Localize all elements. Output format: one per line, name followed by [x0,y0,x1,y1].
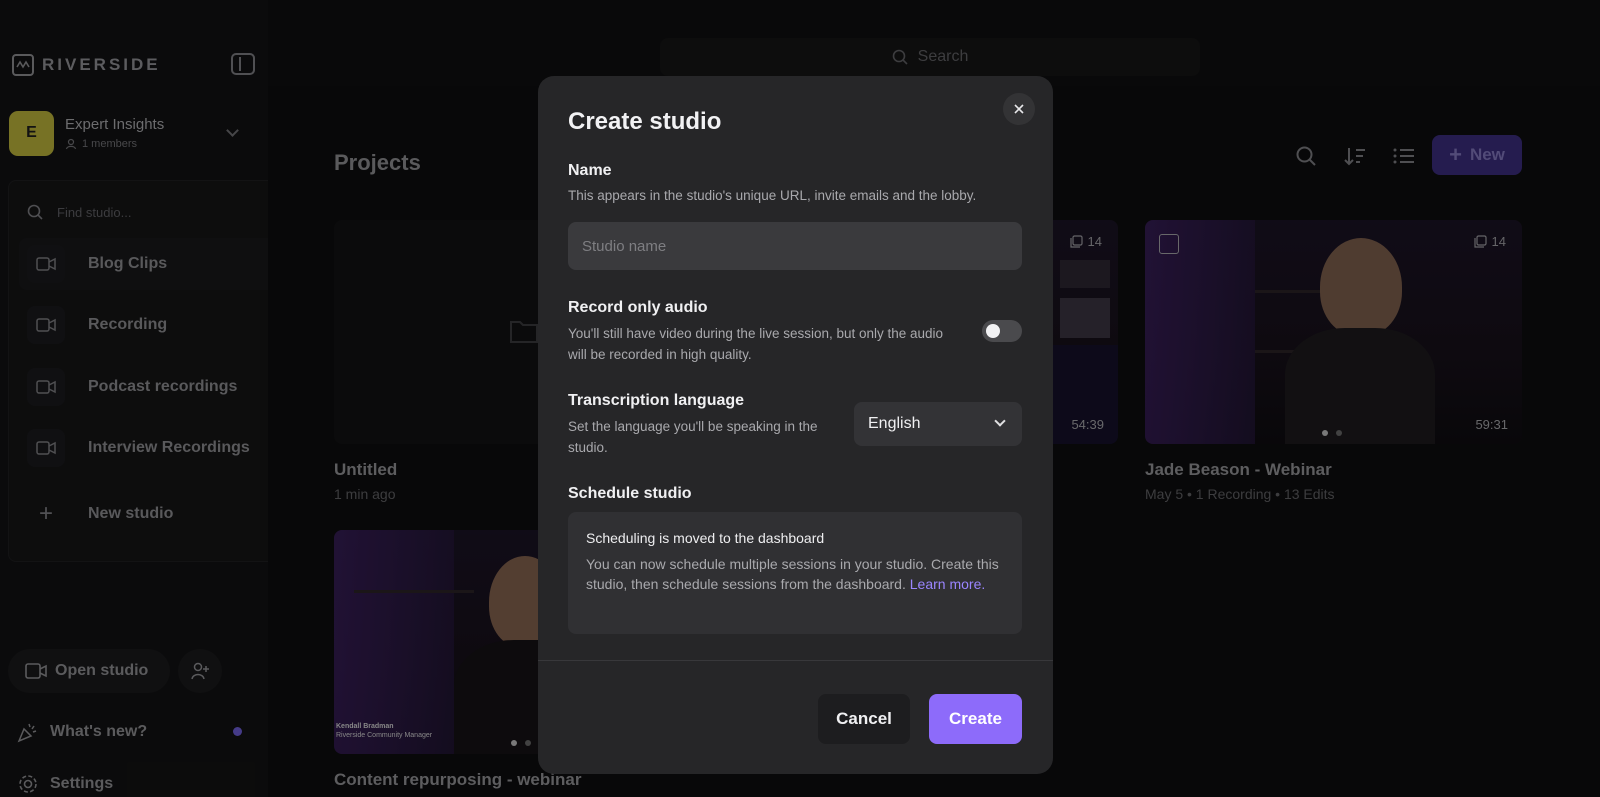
footer-divider [538,660,1053,661]
schedule-info-box: Scheduling is moved to the dashboard You… [568,512,1022,634]
studio-name-input[interactable] [568,222,1022,270]
modal-title: Create studio [568,108,722,135]
cancel-button[interactable]: Cancel [818,694,910,744]
schedule-studio-label: Schedule studio [568,485,692,502]
close-button[interactable] [1003,93,1035,125]
name-help: This appears in the studio's unique URL,… [568,188,977,203]
record-audio-label: Record only audio [568,299,708,316]
language-value: English [868,415,921,432]
schedule-info-title: Scheduling is moved to the dashboard [586,530,825,546]
record-audio-toggle[interactable] [982,320,1022,342]
toggle-knob [986,324,1000,338]
create-studio-modal: Create studio Name This appears in the s… [538,76,1053,774]
close-icon [1014,104,1024,114]
record-audio-help: You'll still have video during the live … [568,326,944,362]
language-select[interactable]: English [854,402,1022,446]
create-button[interactable]: Create [929,694,1022,744]
transcription-language-label: Transcription language [568,392,745,409]
chevron-down-icon [994,415,1006,427]
transcription-language-help: Set the language you'll be speaking in t… [568,419,818,455]
learn-more-link[interactable]: Learn more. [910,576,985,592]
name-label: Name [568,162,612,179]
